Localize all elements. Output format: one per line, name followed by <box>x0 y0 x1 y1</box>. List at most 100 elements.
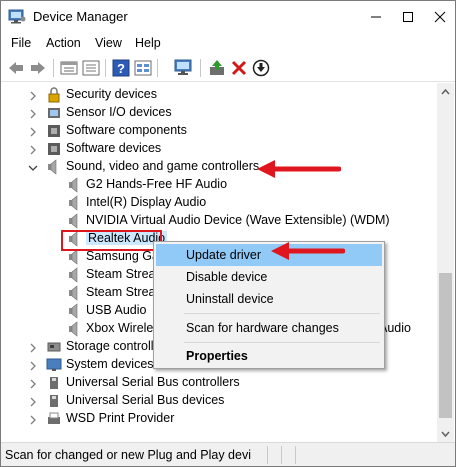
svg-text:?: ? <box>117 61 125 76</box>
status-bar: Scan for changed or new Plug and Play de… <box>1 442 455 466</box>
back-button[interactable] <box>6 58 26 78</box>
tree-device-item[interactable]: NVIDIA Virtual Audio Device (Wave Extens… <box>1 212 437 230</box>
properties-button[interactable] <box>59 58 79 78</box>
chevron-right-icon[interactable] <box>28 342 38 353</box>
update-driver-icon <box>210 60 224 75</box>
menu-file[interactable]: File <box>11 36 31 50</box>
disable-device-button[interactable] <box>251 58 271 78</box>
properties-icon <box>60 61 78 75</box>
tree-category[interactable]: Universal Serial Bus controllers <box>1 374 437 392</box>
vertical-scrollbar[interactable] <box>437 83 454 442</box>
device-category-icon <box>46 411 62 427</box>
chevron-right-icon[interactable] <box>28 108 38 119</box>
help-button[interactable]: ? <box>111 58 131 78</box>
view-resources-icon <box>134 60 152 76</box>
speaker-icon <box>66 249 82 265</box>
chevron-up-icon <box>441 88 450 94</box>
uninstall-button[interactable] <box>229 58 249 78</box>
device-manager-icon <box>8 8 26 24</box>
speaker-icon <box>66 195 82 211</box>
tree-item-label: System devices <box>66 357 154 371</box>
tree-item-label: Intel(R) Display Audio <box>86 195 207 209</box>
tree-item-label: Software components <box>66 123 187 137</box>
menu-properties[interactable]: Properties <box>156 345 382 367</box>
title-bar: Device Manager <box>1 1 455 33</box>
chevron-right-icon[interactable] <box>28 126 38 137</box>
tree-item-label: Sound, video and game controllers <box>66 159 260 173</box>
tree-item-label: Universal Serial Bus devices <box>66 393 225 407</box>
menu-separator <box>184 342 380 343</box>
annotation-arrow-icon <box>257 160 341 178</box>
forward-button[interactable] <box>28 58 48 78</box>
speaker-icon <box>66 303 82 319</box>
device-category-icon <box>46 123 62 139</box>
toolbar: ? <box>1 55 455 82</box>
menu-disable-device[interactable]: Disable device <box>156 266 382 288</box>
speaker-icon <box>66 321 82 337</box>
status-text: Scan for changed or new Plug and Play de… <box>5 448 251 462</box>
scroll-up-button[interactable] <box>437 83 454 100</box>
chevron-right-icon[interactable] <box>28 360 38 371</box>
chevron-right-icon[interactable] <box>28 378 38 389</box>
show-hidden-icon <box>82 60 100 76</box>
annotation-highlight-box <box>61 230 162 251</box>
tree-category-sound[interactable]: Sound, video and game controllers <box>1 158 437 176</box>
maximize-button[interactable] <box>393 1 423 33</box>
help-icon: ? <box>112 59 130 77</box>
scan-hardware-icon <box>174 59 192 75</box>
chevron-right-icon[interactable] <box>28 414 38 425</box>
tree-item-label: G2 Hands-Free HF Audio <box>86 177 228 191</box>
speaker-icon <box>66 285 82 301</box>
tree-category[interactable]: Sensor I/O devices <box>1 104 437 122</box>
update-driver-button[interactable] <box>207 58 227 78</box>
uninstall-icon <box>231 60 247 76</box>
menu-bar: File Action View Help <box>1 33 455 55</box>
tree-item-label: Samsung Ga <box>86 249 159 263</box>
annotation-arrow-icon <box>271 242 345 260</box>
menu-action[interactable]: Action <box>46 36 81 50</box>
maximize-icon <box>403 12 413 22</box>
chevron-down-icon <box>441 431 450 437</box>
device-manager-window: Device Manager File Action View Help ? S… <box>0 0 456 467</box>
tree-category[interactable]: Software devices <box>1 140 437 158</box>
chevron-right-icon[interactable] <box>28 90 38 101</box>
scroll-down-button[interactable] <box>437 425 454 442</box>
tree-item-label: USB Audio <box>86 303 147 317</box>
show-hidden-button[interactable] <box>81 58 101 78</box>
device-category-icon <box>46 141 62 157</box>
menu-view[interactable]: View <box>95 36 122 50</box>
tree-item-label: Storage controll <box>66 339 154 353</box>
chevron-right-icon[interactable] <box>28 396 38 407</box>
chevron-right-icon[interactable] <box>28 144 38 155</box>
device-category-icon <box>46 375 62 391</box>
menu-scan-hardware[interactable]: Scan for hardware changes <box>156 317 382 339</box>
menu-help[interactable]: Help <box>135 36 161 50</box>
tree-item-label: NVIDIA Virtual Audio Device (Wave Extens… <box>86 213 390 227</box>
tree-item-label: Security devices <box>66 87 158 101</box>
device-category-icon <box>46 393 62 409</box>
close-button[interactable] <box>425 1 455 33</box>
minimize-icon <box>371 16 381 18</box>
tree-category[interactable]: Security devices <box>1 86 437 104</box>
minimize-button[interactable] <box>361 1 391 33</box>
view-resources-button[interactable] <box>133 58 153 78</box>
menu-uninstall-device[interactable]: Uninstall device <box>156 288 382 310</box>
disable-device-icon <box>252 59 270 77</box>
scan-hardware-button[interactable] <box>174 58 194 78</box>
scroll-thumb[interactable] <box>439 273 452 418</box>
tree-category[interactable]: WSD Print Provider <box>1 410 437 428</box>
back-arrow-icon <box>9 62 23 74</box>
window-title: Device Manager <box>33 9 128 24</box>
tree-device-item[interactable]: Intel(R) Display Audio <box>1 194 437 212</box>
tree-item-label: Sensor I/O devices <box>66 105 172 119</box>
chevron-down-icon[interactable] <box>28 162 38 172</box>
tree-item-label: WSD Print Provider <box>66 411 175 425</box>
device-category-icon <box>46 105 62 121</box>
tree-device-item[interactable]: G2 Hands-Free HF Audio <box>1 176 437 194</box>
menu-separator <box>184 313 380 314</box>
tree-item-label: Software devices <box>66 141 162 155</box>
device-category-icon <box>46 357 62 373</box>
tree-category[interactable]: Universal Serial Bus devices <box>1 392 437 410</box>
device-category-icon <box>46 87 62 103</box>
tree-category[interactable]: Software components <box>1 122 437 140</box>
